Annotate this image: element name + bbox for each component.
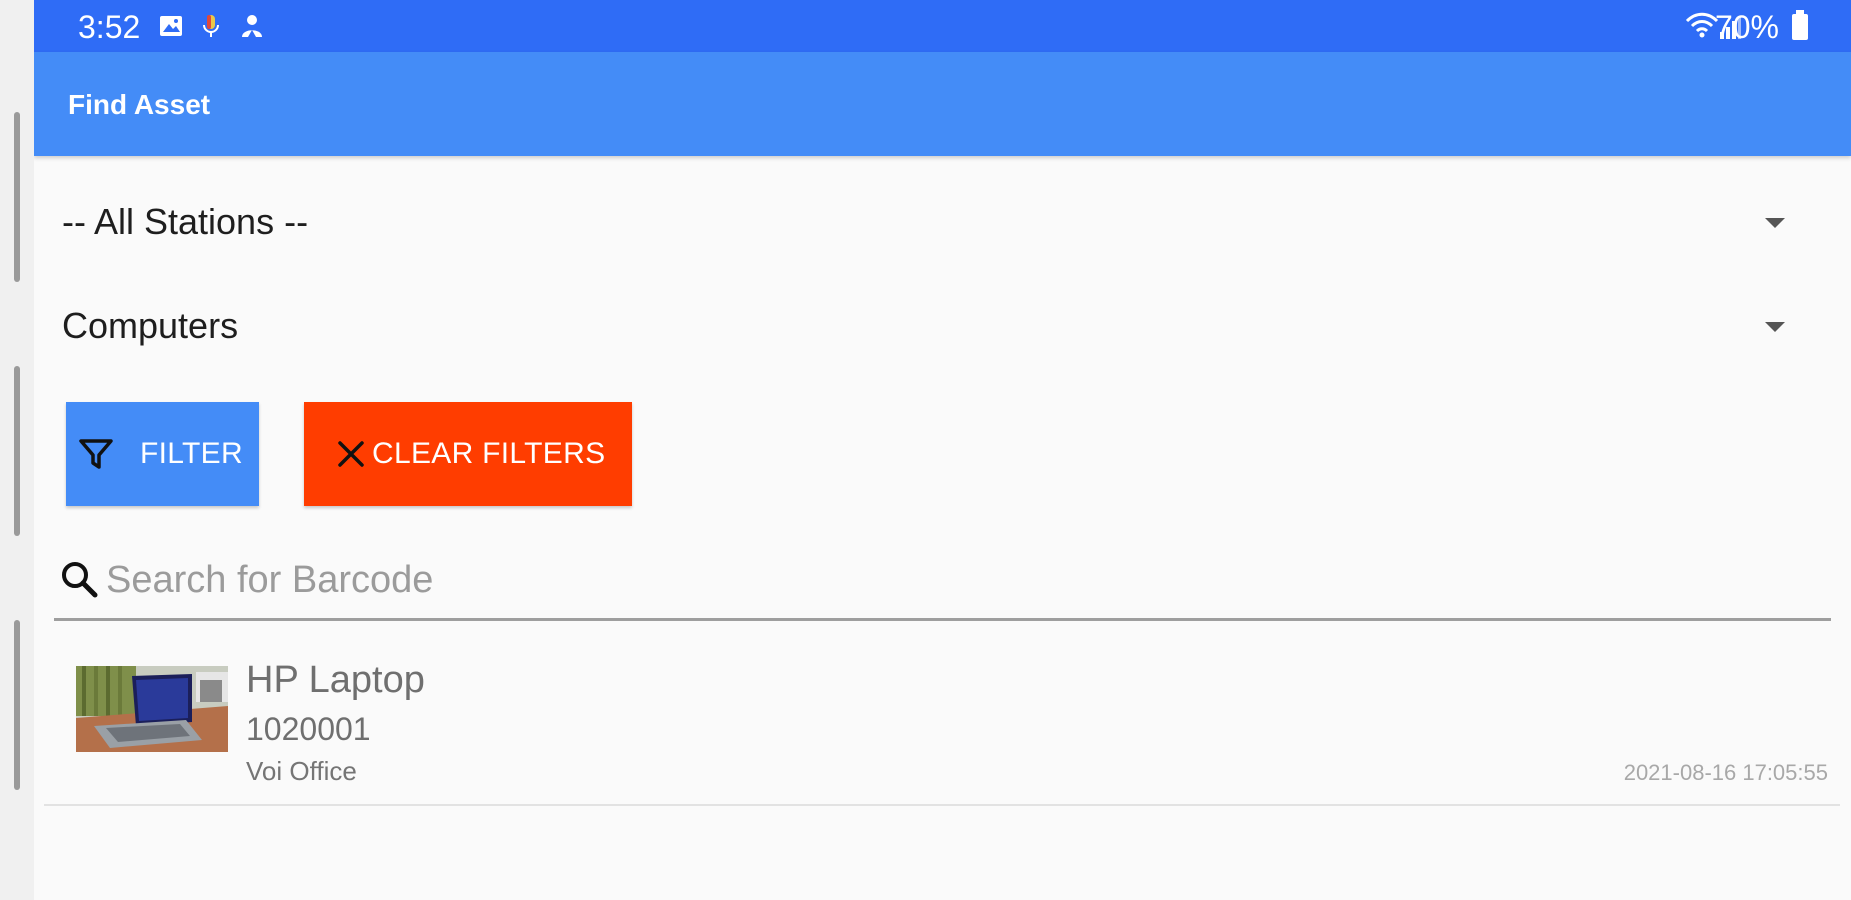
- person-icon: [242, 15, 262, 37]
- close-icon: [338, 441, 364, 467]
- list-item[interactable]: HP Laptop 1020001 Voi Office 2021-08-16 …: [44, 640, 1840, 806]
- app-screen: 3:52 70% Find Asset -- All Stations -- C…: [34, 0, 1851, 900]
- page-title: Find Asset: [68, 89, 211, 120]
- chevron-down-icon: [1765, 218, 1785, 228]
- rail-handle-bottom: [14, 620, 20, 790]
- clear-filters-label: CLEAR FILTERS: [372, 437, 606, 470]
- rail-handle-top: [14, 112, 20, 282]
- asset-timestamp: 2021-08-16 17:05:55: [1623, 760, 1828, 785]
- rail-handle-middle: [14, 366, 20, 536]
- battery-icon: [1792, 10, 1808, 40]
- battery-percent: 70%: [1714, 9, 1779, 45]
- category-dropdown-value: Computers: [62, 305, 239, 346]
- search-icon: [62, 562, 98, 598]
- station-dropdown-value: -- All Stations --: [62, 201, 309, 242]
- status-time: 3:52: [78, 9, 141, 45]
- wifi-icon: [1685, 12, 1719, 38]
- asset-location: Voi Office: [246, 756, 357, 786]
- image-icon: [160, 16, 182, 36]
- mic-icon: [203, 15, 219, 37]
- app-bar: Find Asset: [34, 52, 1851, 156]
- left-edge-rail: [0, 0, 34, 900]
- status-bar: 3:52 70%: [34, 0, 1851, 52]
- station-dropdown[interactable]: -- All Stations --: [34, 178, 1851, 268]
- asset-thumbnail: [76, 666, 228, 752]
- search-bar: [54, 548, 1831, 621]
- filter-button-label: FILTER: [140, 437, 243, 470]
- asset-name: HP Laptop: [246, 659, 425, 701]
- clear-filters-button[interactable]: CLEAR FILTERS: [304, 402, 632, 506]
- category-dropdown[interactable]: Computers: [34, 282, 1851, 372]
- filter-button[interactable]: FILTER: [66, 402, 259, 506]
- filter-icon: [79, 439, 113, 469]
- asset-barcode: 1020001: [246, 711, 371, 747]
- chevron-down-icon: [1765, 322, 1785, 332]
- search-input[interactable]: [106, 554, 1806, 606]
